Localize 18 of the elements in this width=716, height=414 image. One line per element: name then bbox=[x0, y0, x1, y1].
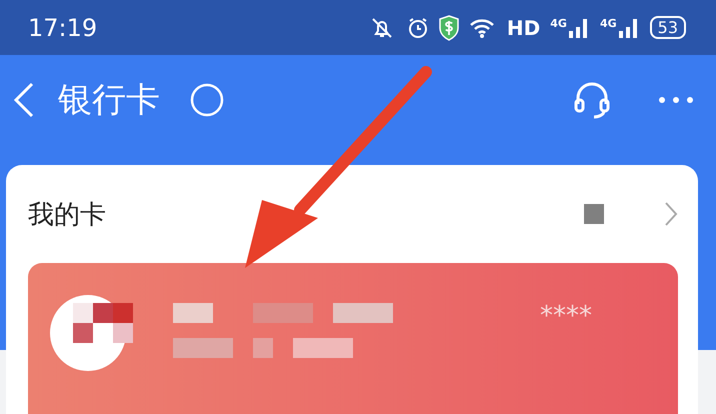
battery-level: 53 bbox=[650, 16, 686, 39]
headset-icon[interactable] bbox=[572, 80, 612, 120]
alarm-clock-icon bbox=[406, 16, 429, 38]
network-type: 4G bbox=[600, 16, 617, 30]
signal-icon bbox=[618, 16, 640, 38]
shield-dollar-icon bbox=[438, 14, 459, 40]
masked-card-number: **** bbox=[540, 301, 592, 331]
signal-icon bbox=[568, 16, 590, 38]
more-icon[interactable] bbox=[656, 95, 696, 105]
status-time: 17:19 bbox=[28, 14, 98, 42]
bank-card[interactable]: **** bbox=[28, 263, 678, 414]
circle-icon bbox=[190, 83, 224, 117]
chevron-right-icon[interactable] bbox=[664, 201, 678, 227]
network-type: 4G bbox=[550, 16, 567, 30]
hd-indicator: HD bbox=[506, 16, 540, 40]
pixelated-block bbox=[584, 204, 604, 224]
page-title: 银行卡 bbox=[58, 79, 160, 122]
section-title: 我的卡 bbox=[28, 198, 107, 232]
